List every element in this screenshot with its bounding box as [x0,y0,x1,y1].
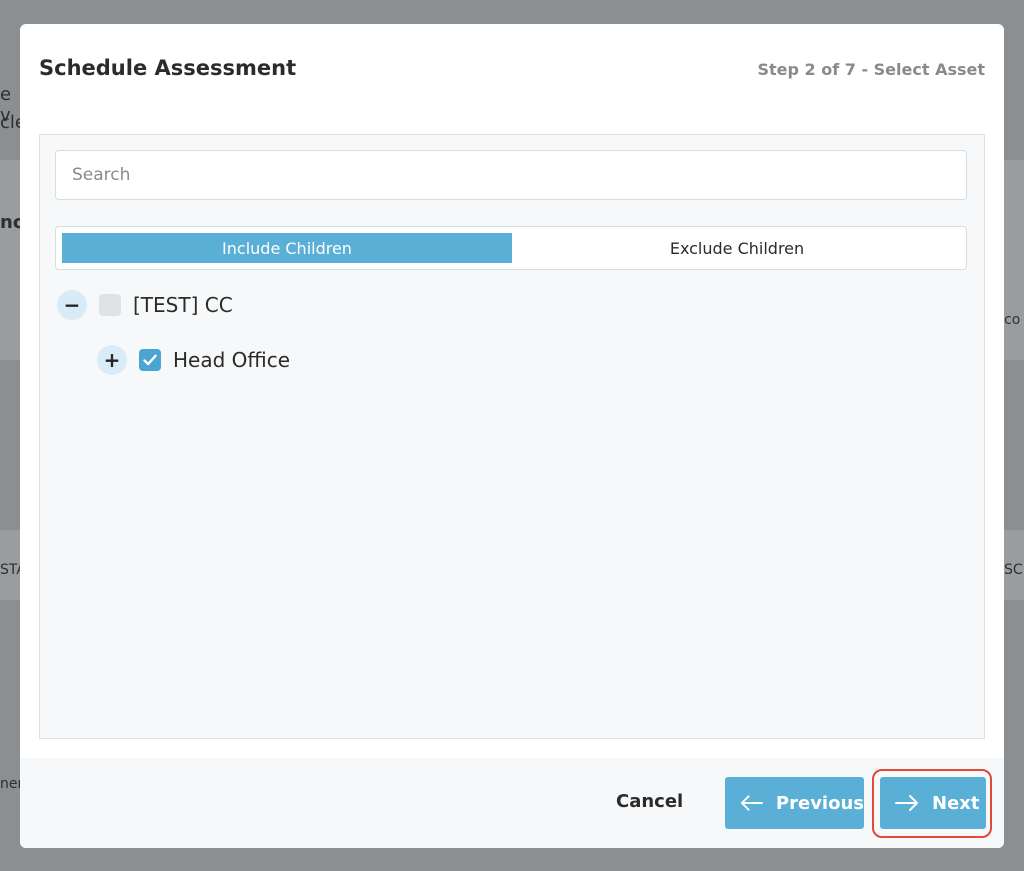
cancel-button[interactable]: Cancel [616,791,683,812]
arrow-left-icon [740,795,763,811]
search-input[interactable] [55,150,967,200]
step-indicator: Step 2 of 7 - Select Asset [757,60,985,79]
previous-label: Previous [775,792,864,814]
previous-button[interactable]: Previous [725,777,864,829]
schedule-assessment-modal: Schedule Assessment Step 2 of 7 - Select… [20,24,1004,848]
asset-selection-panel: Include Children Exclude Children − [TES… [39,134,985,739]
expand-icon[interactable]: + [97,345,127,375]
modal-footer: Cancel Previous Next [20,758,1004,848]
modal-title: Schedule Assessment [39,56,297,80]
check-icon [143,354,157,366]
include-children-button[interactable]: Include Children [62,233,512,263]
background-text: nc [0,212,20,233]
tree-node-label[interactable]: [TEST] CC [133,293,233,317]
exclude-children-button[interactable]: Exclude Children [512,233,962,263]
background-card [0,160,20,360]
collapse-icon[interactable]: − [57,290,87,320]
children-toggle: Include Children Exclude Children [55,226,967,270]
background-card [1004,160,1024,360]
next-label: Next [932,792,980,814]
background-text: co [1004,312,1021,328]
next-button[interactable]: Next [880,777,986,829]
background-text: ner [0,776,20,792]
tree-node-label[interactable]: Head Office [173,348,290,372]
child-checkbox[interactable] [139,349,161,371]
modal-header: Schedule Assessment Step 2 of 7 - Select… [20,24,1004,114]
background-text: cle [0,112,20,133]
tree-node-root: − [TEST] CC [57,290,233,320]
tree-node-child: + Head Office [97,345,290,375]
root-checkbox[interactable] [99,294,121,316]
background-text: SCH [1004,562,1024,578]
background-text: STA [0,562,20,578]
arrow-right-icon [895,795,918,811]
